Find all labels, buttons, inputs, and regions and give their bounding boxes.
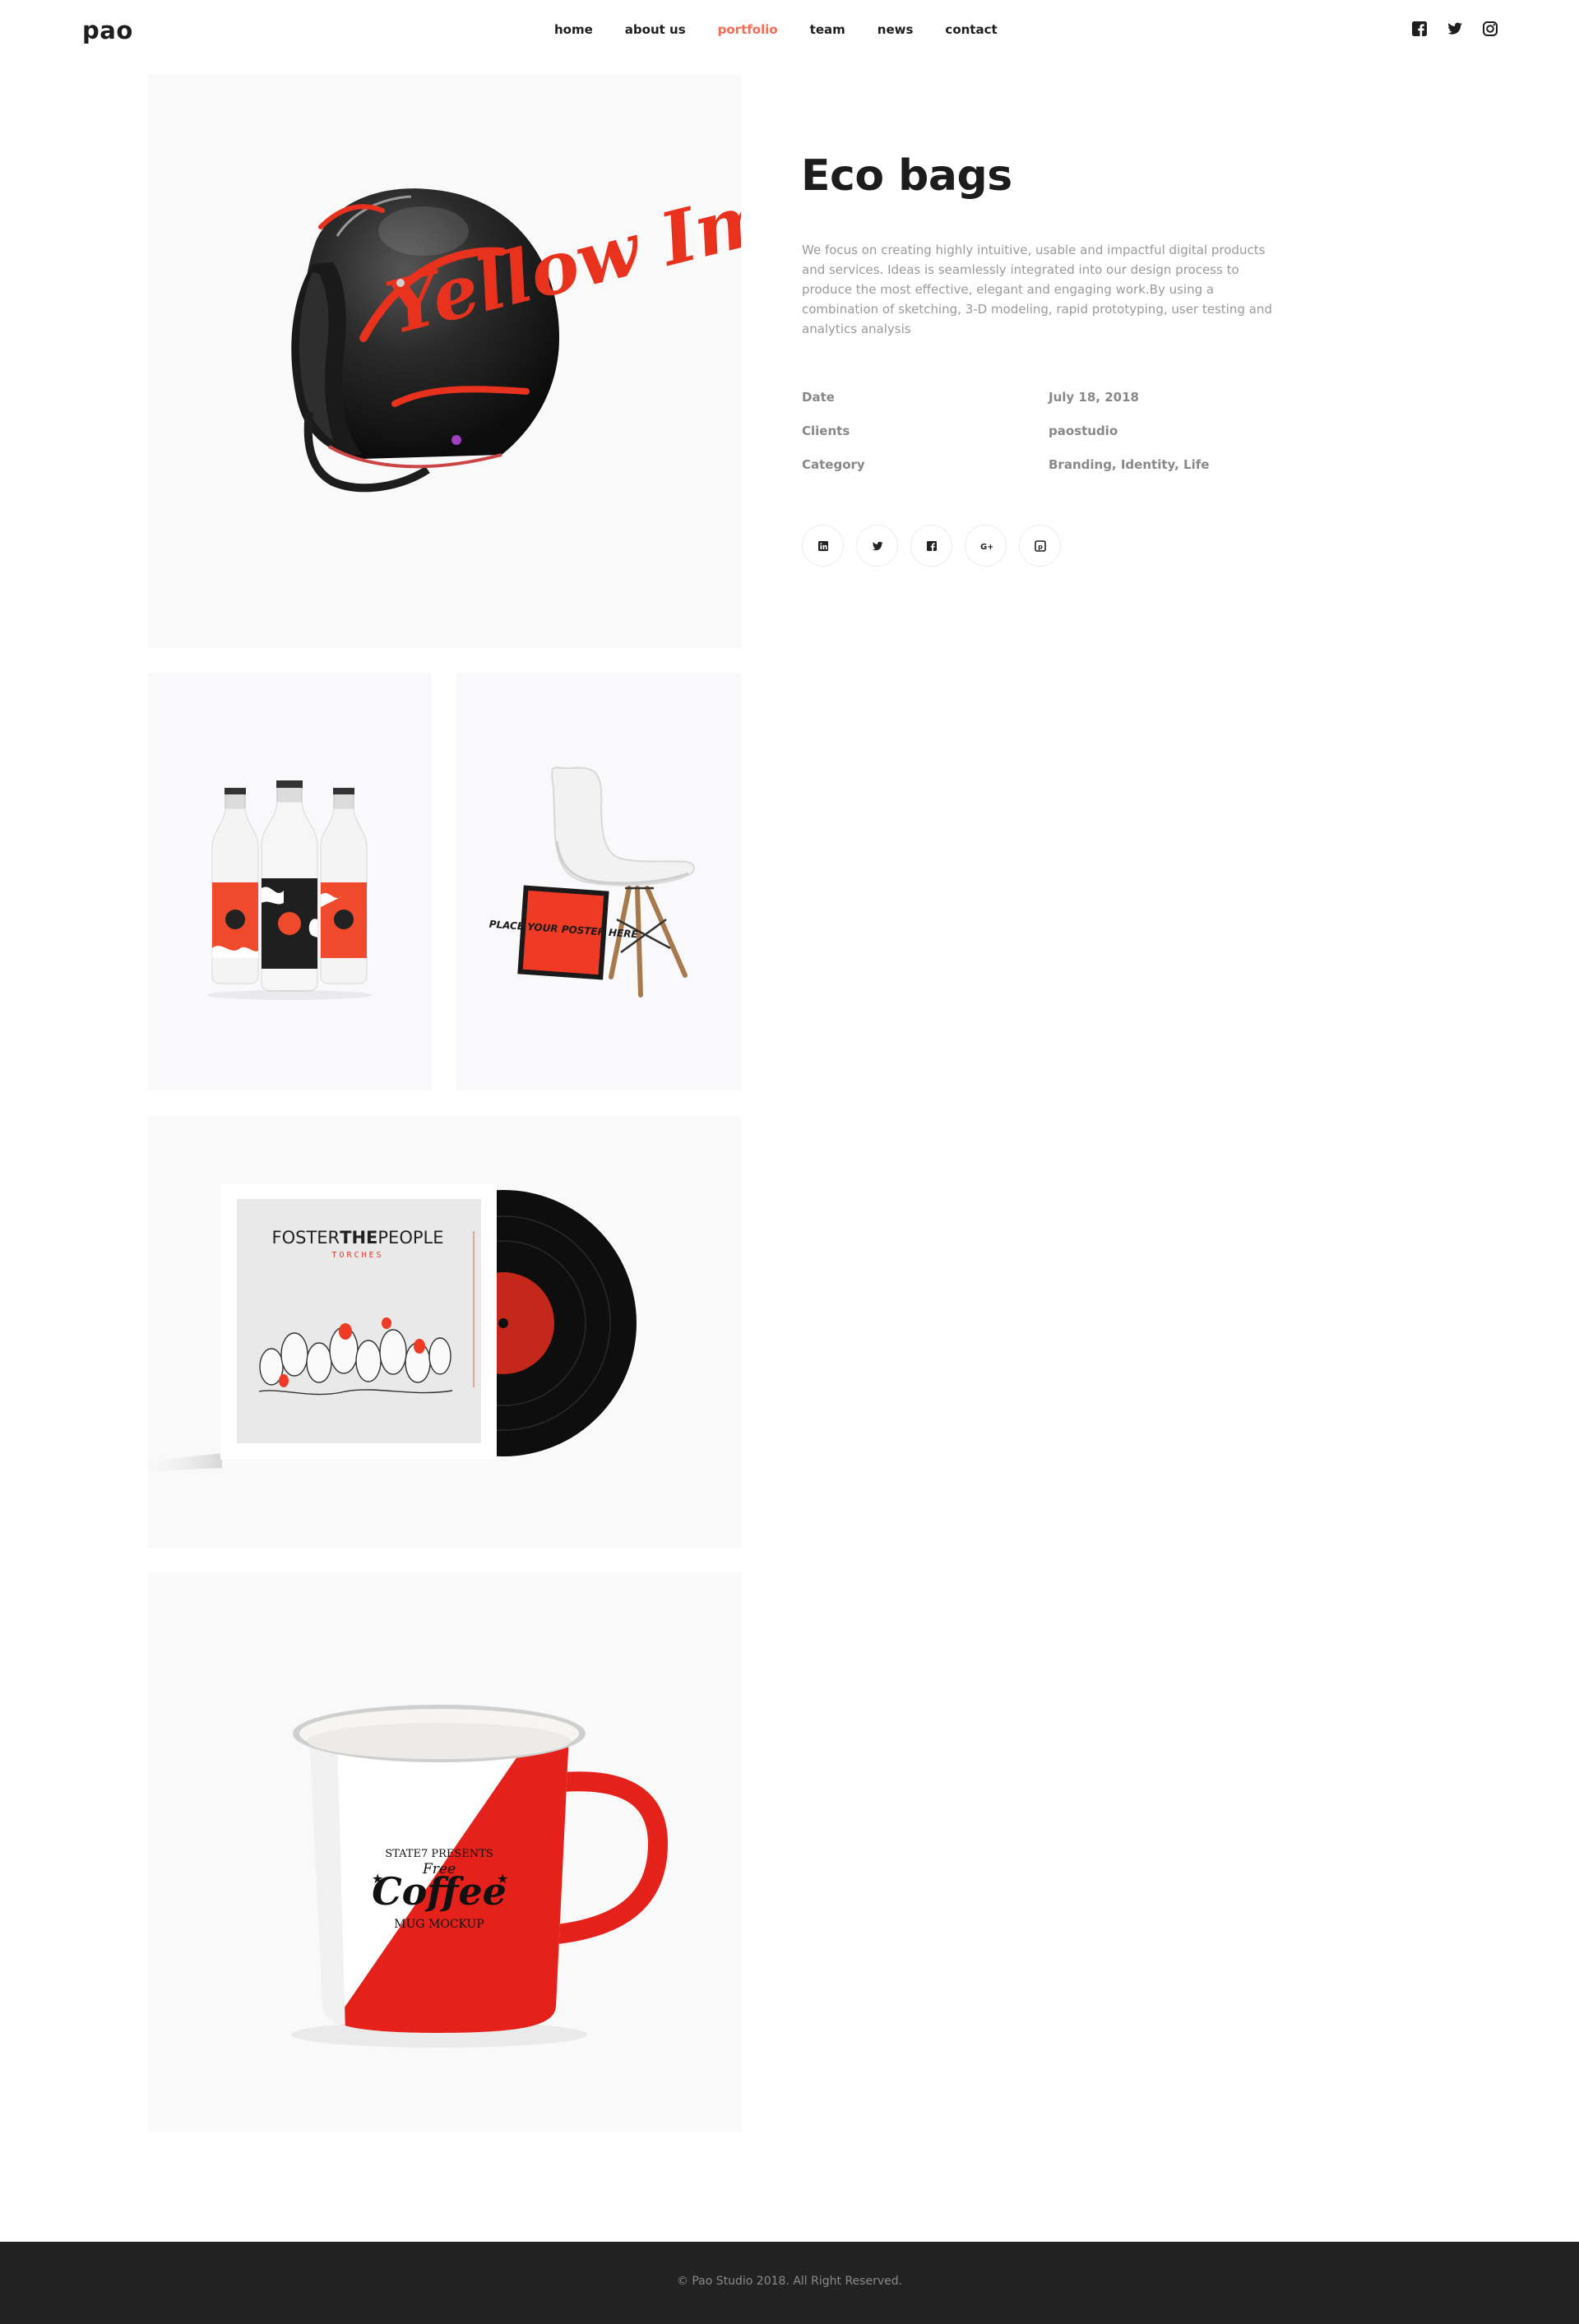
- helmet-illustration: Yellow Images: [291, 128, 741, 493]
- gallery-image-bottles[interactable]: [148, 673, 432, 1090]
- instagram-icon[interactable]: [1481, 20, 1499, 38]
- band-name-part3: PEOPLE: [377, 1228, 443, 1248]
- svg-text:p: p: [1038, 543, 1043, 550]
- gallery-image-vinyl[interactable]: FOSTERTHEPEOPLE TORCHES: [148, 1116, 741, 1548]
- gallery-image-chair[interactable]: PLACE YOUR POSTER HERE: [456, 673, 741, 1090]
- header-socials: [1410, 20, 1499, 38]
- facebook-icon[interactable]: [1410, 20, 1429, 38]
- main-nav: home about us portfolio team news contac…: [554, 22, 998, 40]
- svg-text:G+: G+: [980, 543, 993, 552]
- bottles-illustration: [207, 780, 372, 1000]
- meta-value: July 18, 2018: [1049, 390, 1139, 405]
- gallery-image-mug[interactable]: STATE7 PRESENTS Free Coffee MUG MOCKUP ★…: [148, 1572, 741, 2132]
- meta-label: Clients: [802, 424, 850, 438]
- pinterest-icon[interactable]: p: [1019, 525, 1061, 567]
- nav-item-about-us[interactable]: about us: [625, 22, 686, 40]
- twitter-icon[interactable]: [856, 525, 898, 567]
- album-title: TORCHES: [331, 1251, 383, 1260]
- vinyl-illustration: FOSTERTHEPEOPLE TORCHES: [148, 1184, 637, 1471]
- meta-value: Branding, Identity, Life: [1049, 457, 1210, 472]
- band-name-part2: THE: [340, 1228, 377, 1248]
- nav-item-team[interactable]: team: [810, 22, 845, 40]
- star-icon: ★: [372, 1873, 383, 1887]
- chair-illustration: PLACE YOUR POSTER HERE: [489, 766, 695, 998]
- project-title: Eco bags: [801, 151, 1012, 201]
- nav-item-home[interactable]: home: [554, 22, 593, 40]
- meta-value: paostudio: [1049, 424, 1118, 438]
- logo[interactable]: pao: [82, 16, 133, 44]
- meta-label: Category: [802, 457, 865, 472]
- project-description: We focus on creating highly intuitive, u…: [802, 243, 1272, 336]
- nav-item-contact[interactable]: contact: [945, 22, 997, 40]
- nav-item-portfolio[interactable]: portfolio: [718, 22, 778, 40]
- mug-bottom-text: MUG MOCKUP: [394, 1918, 484, 1931]
- gallery-image-helmet[interactable]: Yellow Images: [148, 75, 741, 648]
- star-icon: ★: [497, 1873, 508, 1887]
- mug-illustration: STATE7 PRESENTS Free Coffee MUG MOCKUP ★…: [291, 1705, 669, 2048]
- project-meta: Date July 18, 2018 Clients paostudio Cat…: [802, 390, 1262, 491]
- twitter-icon[interactable]: [1446, 20, 1464, 38]
- meta-row-category: Category Branding, Identity, Life: [802, 457, 1262, 491]
- linkedin-icon[interactable]: [802, 525, 844, 567]
- mug-coffee-text: Coffee: [372, 1869, 507, 1914]
- share-buttons: G+ p: [802, 525, 1061, 567]
- meta-row-clients: Clients paostudio: [802, 424, 1262, 457]
- facebook-icon[interactable]: [910, 525, 952, 567]
- svg-text:FOSTERTHEPEOPLE: FOSTERTHEPEOPLE: [272, 1228, 444, 1248]
- google-plus-icon[interactable]: G+: [965, 525, 1007, 567]
- nav-item-news[interactable]: news: [877, 22, 914, 40]
- meta-label: Date: [802, 390, 835, 405]
- site-header: pao home about us portfolio team news co…: [0, 0, 1579, 62]
- meta-row-date: Date July 18, 2018: [802, 390, 1262, 424]
- band-name-part1: FOSTER: [272, 1228, 340, 1248]
- mug-top-text: STATE7 PRESENTS: [385, 1848, 493, 1860]
- copyright-text: © Pao Studio 2018. All Right Reserved.: [676, 2275, 903, 2288]
- site-footer: © Pao Studio 2018. All Right Reserved.: [0, 2242, 1579, 2324]
